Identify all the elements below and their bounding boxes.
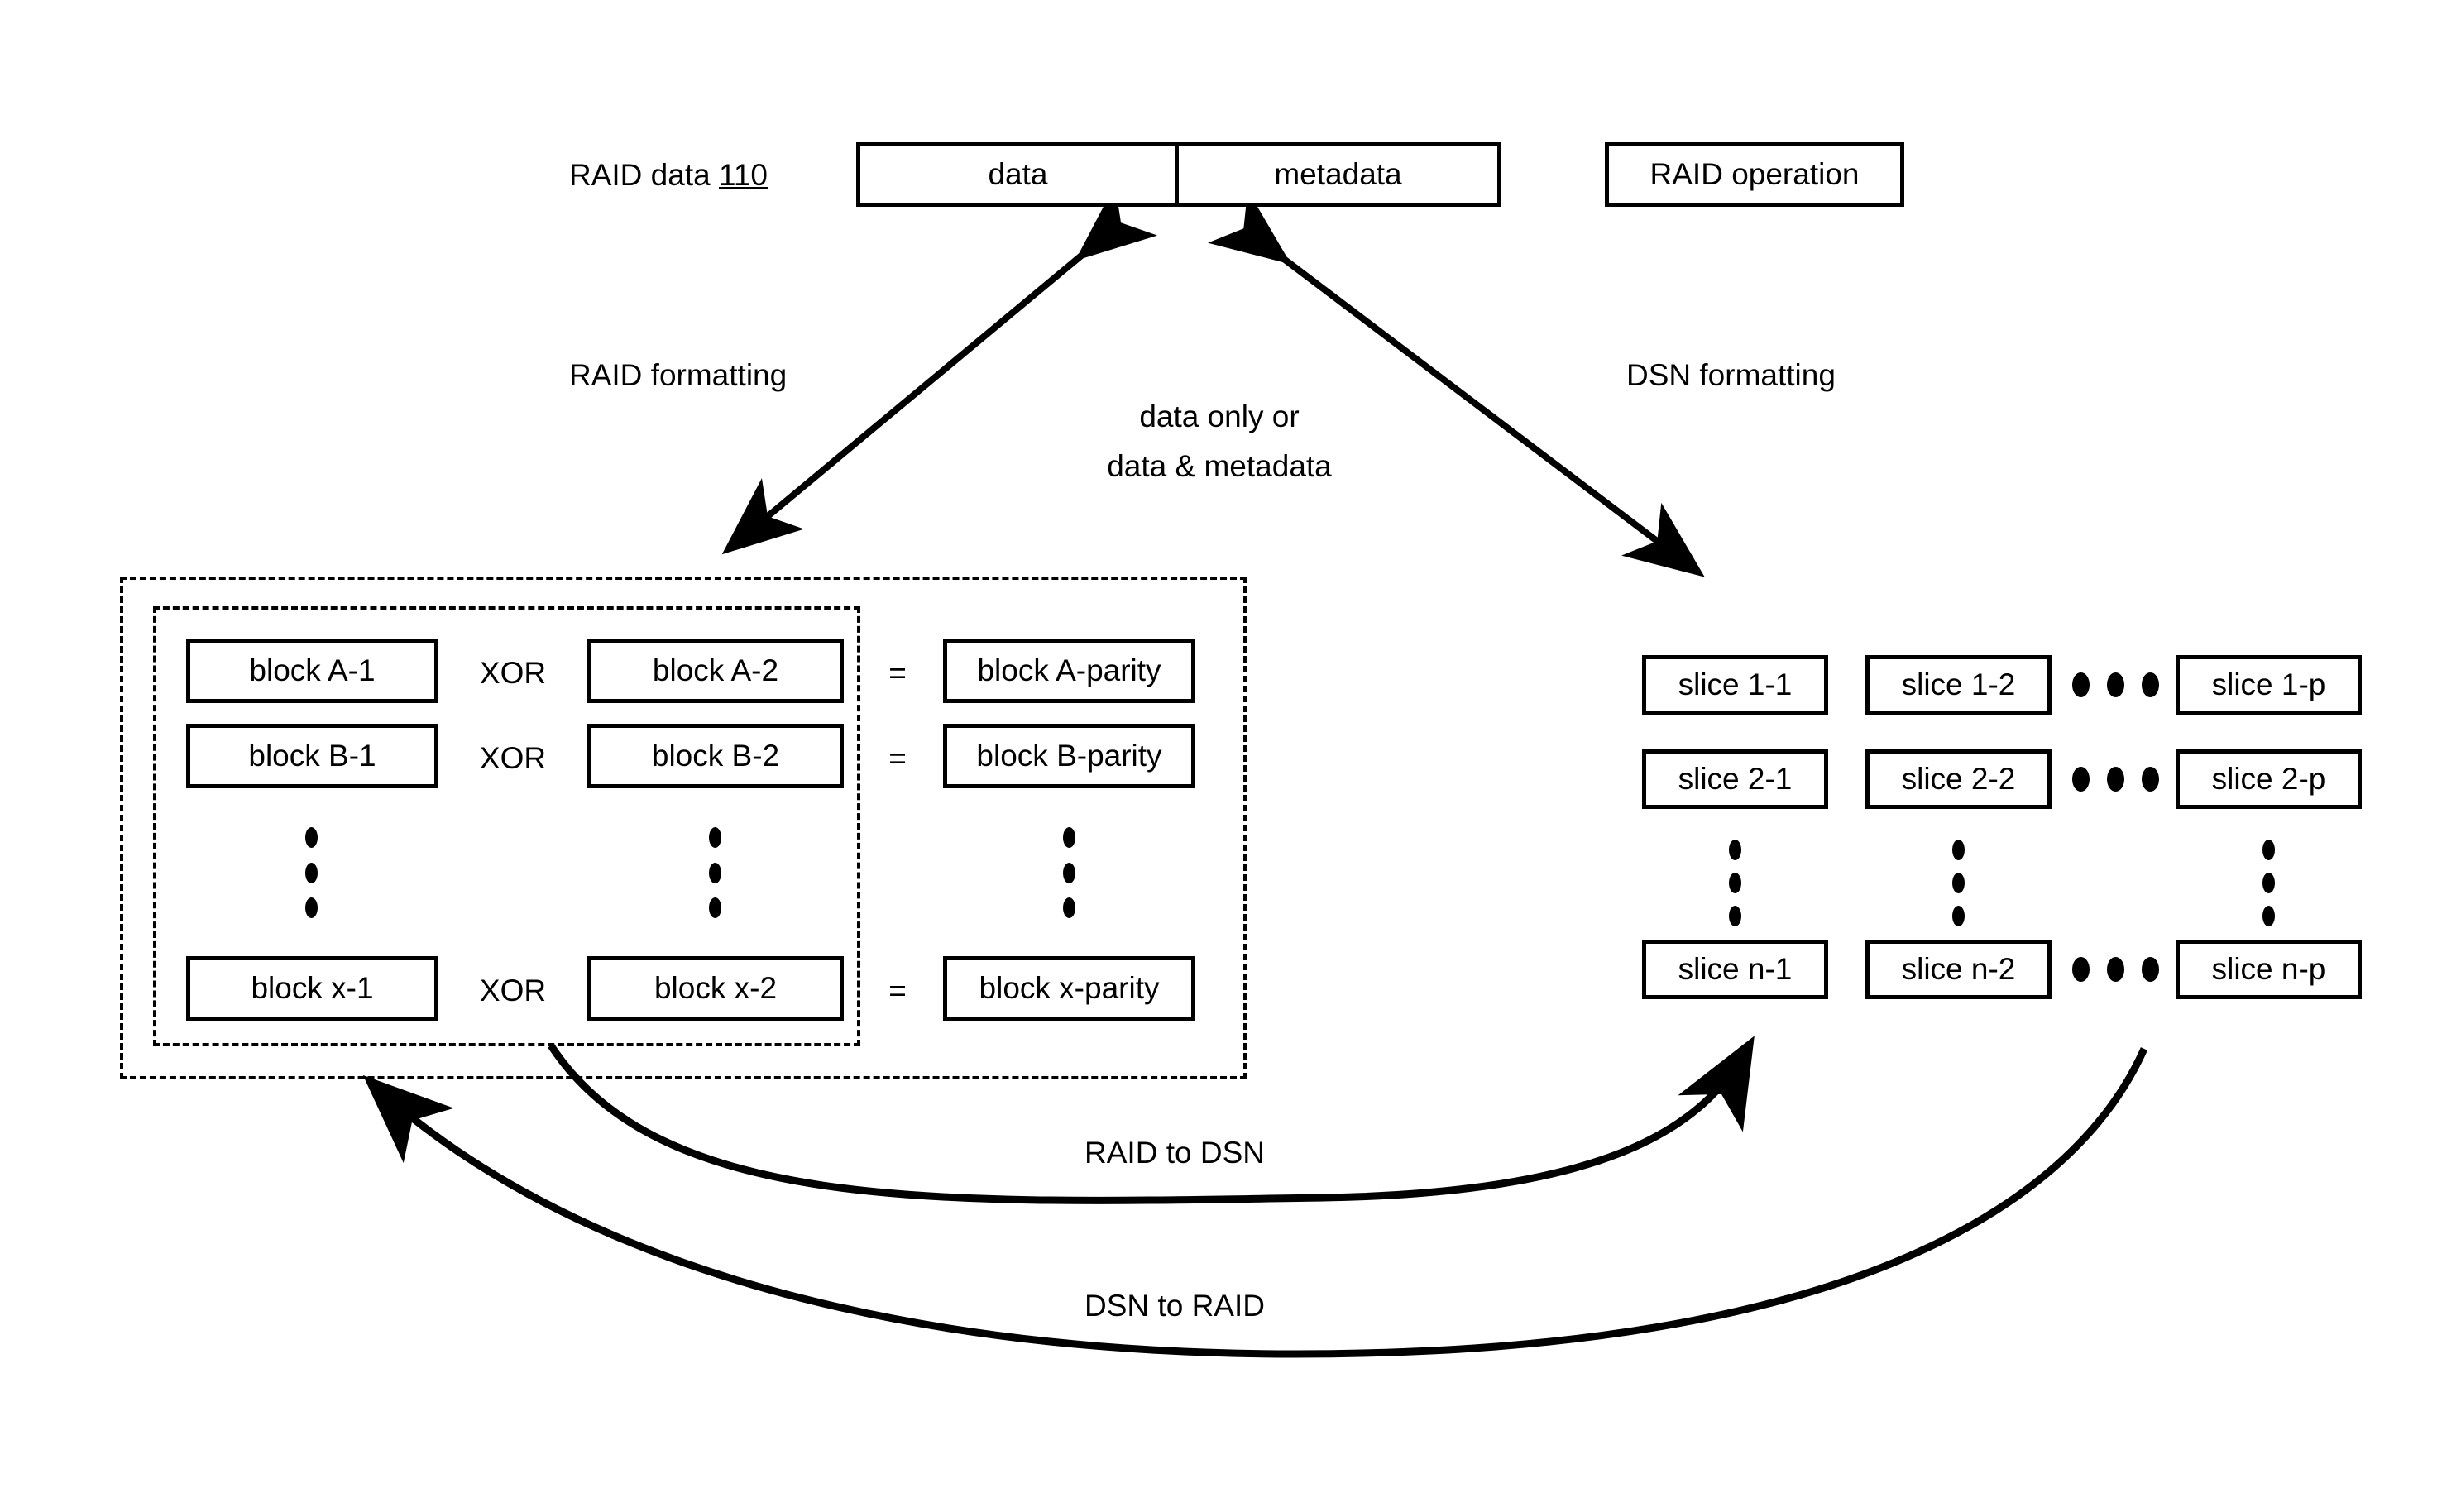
block-b-2-box: block B-2 <box>587 724 844 788</box>
block-x-1-box: block x-1 <box>186 956 438 1021</box>
slice-1-p-label: slice 1-p <box>2211 667 2326 701</box>
block-x-2-box: block x-2 <box>587 956 844 1021</box>
raid-formatting-label: RAID formatting <box>569 358 788 392</box>
equals-operator-row-b: = <box>888 741 907 775</box>
vertical-ellipsis-slice-col1 <box>1729 840 1741 926</box>
payload-line-1: data only or <box>1139 400 1300 433</box>
block-a-1-box: block A-1 <box>186 639 438 703</box>
raid-to-dsn-label: RAID to DSN <box>1084 1136 1265 1170</box>
slice-n-1-box: slice n-1 <box>1642 940 1828 999</box>
slice-n-2-label: slice n-2 <box>1901 952 2016 986</box>
raid-metadata-cell-label: metadata <box>1274 157 1402 191</box>
equals-operator-row-x: = <box>888 974 907 1007</box>
vertical-ellipsis-slice-col2 <box>1952 840 1965 926</box>
vertical-ellipsis-block-col1 <box>305 827 318 918</box>
equals-operator-row-a: = <box>888 656 907 690</box>
raid-operation-label: RAID operation <box>1649 157 1860 191</box>
slice-2-2-box: slice 2-2 <box>1865 749 2052 809</box>
raid-operation-box: RAID operation <box>1605 142 1904 207</box>
vertical-ellipsis-block-col2 <box>709 827 721 918</box>
raid-metadata-cell: metadata <box>1179 146 1497 203</box>
block-b-parity-box: block B-parity <box>943 724 1195 788</box>
block-x-1-label: block x-1 <box>251 971 374 1005</box>
block-x-parity-box: block x-parity <box>943 956 1195 1021</box>
raid-data-reference-number: 110 <box>718 158 768 192</box>
block-b-2-label: block B-2 <box>651 739 780 773</box>
horizontal-ellipsis-row-n <box>2072 957 2159 982</box>
slice-2-1-label: slice 2-1 <box>1678 762 1793 796</box>
dsn-to-raid-label: DSN to RAID <box>1084 1289 1265 1323</box>
xor-operator-row-b: XOR <box>479 741 547 775</box>
horizontal-ellipsis-row-1 <box>2072 672 2159 697</box>
block-x-2-label: block x-2 <box>654 971 778 1005</box>
xor-operator-row-x: XOR <box>479 974 547 1007</box>
slice-1-1-box: slice 1-1 <box>1642 655 1828 715</box>
vertical-ellipsis-block-parity <box>1063 827 1075 918</box>
raid-data-label: RAID data 110 <box>569 156 768 194</box>
horizontal-ellipsis-row-2 <box>2072 767 2159 792</box>
block-x-parity-label: block x-parity <box>979 971 1160 1005</box>
block-a-2-box: block A-2 <box>587 639 844 703</box>
block-b-1-label: block B-1 <box>248 739 376 773</box>
block-a-parity-label: block A-parity <box>977 653 1161 687</box>
slice-2-p-label: slice 2-p <box>2211 762 2326 796</box>
slice-n-2-box: slice n-2 <box>1865 940 2052 999</box>
slice-n-p-label: slice n-p <box>2211 952 2326 986</box>
block-a-parity-box: block A-parity <box>943 639 1195 703</box>
raid-data-label-text: RAID data <box>569 158 719 192</box>
diagram-canvas: RAID data 110 data metadata RAID operati… <box>0 0 2461 1512</box>
slice-n-p-box: slice n-p <box>2176 940 2362 999</box>
block-a-2-label: block A-2 <box>652 653 779 687</box>
dsn-formatting-label: DSN formatting <box>1626 358 1836 392</box>
slice-2-1-box: slice 2-1 <box>1642 749 1828 809</box>
raid-data-cell-label: data <box>988 157 1048 191</box>
slice-1-2-label: slice 1-2 <box>1901 667 2016 701</box>
raid-formatting-arrow <box>721 184 1158 555</box>
slice-1-1-label: slice 1-1 <box>1678 667 1793 701</box>
xor-operator-row-a: XOR <box>479 656 547 690</box>
block-b-1-box: block B-1 <box>186 724 438 788</box>
block-a-1-label: block A-1 <box>249 653 376 687</box>
slice-2-p-box: slice 2-p <box>2176 749 2362 809</box>
slice-1-p-box: slice 1-p <box>2176 655 2362 715</box>
slice-n-1-label: slice n-1 <box>1678 952 1793 986</box>
block-b-parity-label: block B-parity <box>976 739 1162 773</box>
payload-line-2: data & metadata <box>1107 449 1332 483</box>
vertical-ellipsis-slice-colp <box>2262 840 2275 926</box>
raid-data-box: data metadata <box>856 142 1501 207</box>
slice-1-2-box: slice 1-2 <box>1865 655 2052 715</box>
slice-2-2-label: slice 2-2 <box>1901 762 2016 796</box>
raid-data-cell: data <box>860 146 1179 203</box>
